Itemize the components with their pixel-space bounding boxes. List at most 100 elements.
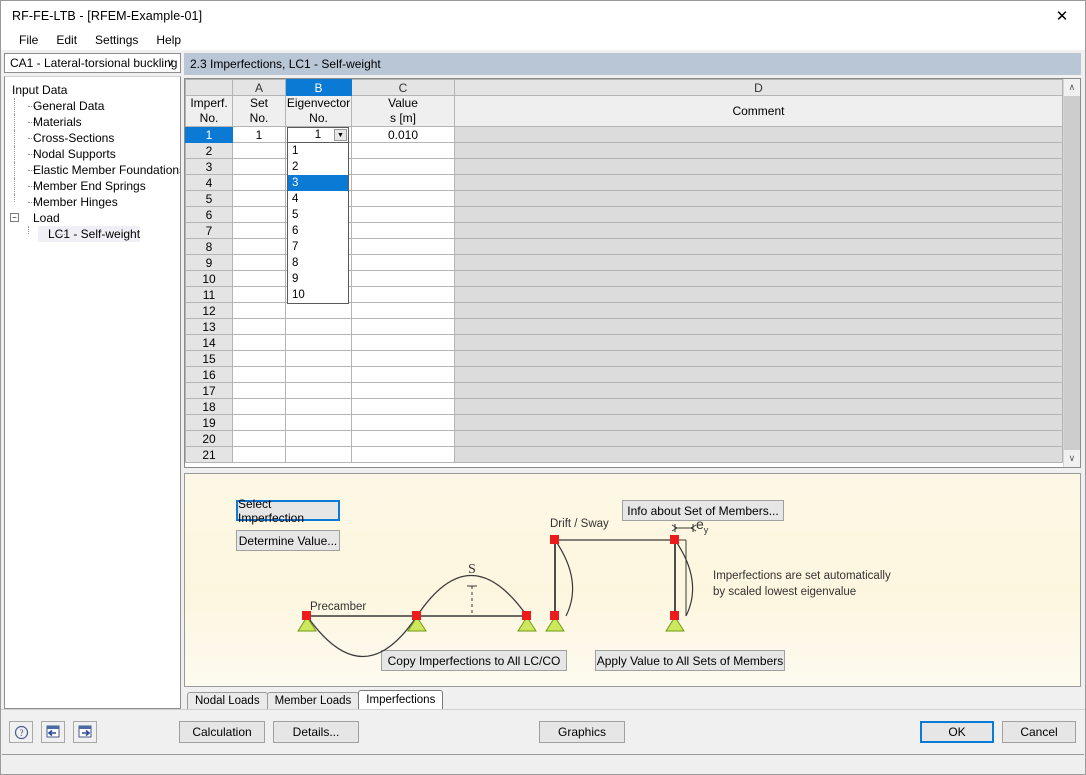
row-number-16[interactable]: 16 <box>185 366 233 383</box>
eigenvector-dropdown[interactable]: 1 ▼ <box>287 127 349 143</box>
cell-value[interactable] <box>351 350 455 367</box>
cell-set-no[interactable] <box>232 382 286 399</box>
column-letter-d[interactable]: D <box>454 79 1063 96</box>
cell-value[interactable] <box>351 254 455 271</box>
cancel-button[interactable]: Cancel <box>1002 721 1076 743</box>
menu-item-file[interactable]: File <box>10 30 47 50</box>
cell-eigenvector-no[interactable] <box>285 302 352 319</box>
cell-value[interactable] <box>351 238 455 255</box>
row-number-3[interactable]: 3 <box>185 158 233 175</box>
cell-comment-1[interactable] <box>454 126 1063 143</box>
ok-button[interactable]: OK <box>920 721 994 743</box>
cell-value-1[interactable]: 0.010 <box>351 126 455 143</box>
cell-eigenvector-no[interactable] <box>285 382 352 399</box>
cell-set-no[interactable] <box>232 430 286 447</box>
cell-set-no[interactable] <box>232 302 286 319</box>
menu-item-settings[interactable]: Settings <box>86 30 147 50</box>
sidebar-item-cross-sections[interactable]: Cross-Sections <box>10 130 180 146</box>
cell-comment[interactable] <box>454 174 1063 191</box>
details-button[interactable]: Details... <box>273 721 359 743</box>
row-number-9[interactable]: 9 <box>185 254 233 271</box>
cell-value[interactable] <box>351 286 455 303</box>
cell-value[interactable] <box>351 382 455 399</box>
previous-icon[interactable] <box>41 721 65 743</box>
row-number-20[interactable]: 20 <box>185 430 233 447</box>
cell-eigenvector-no[interactable] <box>285 446 352 463</box>
sidebar-item-member-end-springs[interactable]: Member End Springs <box>10 178 180 194</box>
cell-value[interactable] <box>351 142 455 159</box>
cell-set-no[interactable] <box>232 142 286 159</box>
column-letter-c[interactable]: C <box>351 79 455 96</box>
cell-value[interactable] <box>351 334 455 351</box>
cell-value[interactable] <box>351 366 455 383</box>
cell-comment[interactable] <box>454 318 1063 335</box>
cell-set-no[interactable] <box>232 254 286 271</box>
cell-comment[interactable] <box>454 190 1063 207</box>
cell-comment[interactable] <box>454 238 1063 255</box>
cell-eigenvector-no[interactable] <box>285 318 352 335</box>
cell-set-no[interactable] <box>232 350 286 367</box>
sidebar-item-nodal-supports[interactable]: Nodal Supports <box>10 146 180 162</box>
next-icon[interactable] <box>73 721 97 743</box>
cell-comment[interactable] <box>454 158 1063 175</box>
cell-value[interactable] <box>351 174 455 191</box>
row-number-11[interactable]: 11 <box>185 286 233 303</box>
menu-item-edit[interactable]: Edit <box>47 30 86 50</box>
graphics-button[interactable]: Graphics <box>539 721 625 743</box>
dropdown-option[interactable]: 7 <box>288 239 348 255</box>
cell-comment[interactable] <box>454 398 1063 415</box>
cell-value[interactable] <box>351 206 455 223</box>
cell-set-no[interactable] <box>232 206 286 223</box>
dropdown-option[interactable]: 1 <box>288 143 348 159</box>
dropdown-option[interactable]: 5 <box>288 207 348 223</box>
row-number-6[interactable]: 6 <box>185 206 233 223</box>
table-row[interactable]: 17 <box>185 382 1063 399</box>
cell-eigenvector-no[interactable] <box>285 334 352 351</box>
cell-set-no[interactable] <box>232 158 286 175</box>
cell-set-no-1[interactable]: 1 <box>232 126 286 143</box>
table-row[interactable]: 16 <box>185 366 1063 383</box>
cell-comment[interactable] <box>454 430 1063 447</box>
sidebar-item-elastic-member-foundations[interactable]: Elastic Member Foundations <box>10 162 180 178</box>
menu-item-help[interactable]: Help <box>147 30 190 50</box>
cell-comment[interactable] <box>454 334 1063 351</box>
cell-comment[interactable] <box>454 254 1063 271</box>
sidebar-item-materials[interactable]: Materials <box>10 114 180 130</box>
row-number-8[interactable]: 8 <box>185 238 233 255</box>
cell-value[interactable] <box>351 398 455 415</box>
cell-eigenvector-no[interactable] <box>285 430 352 447</box>
cell-comment[interactable] <box>454 286 1063 303</box>
cell-comment[interactable] <box>454 142 1063 159</box>
row-number-10[interactable]: 10 <box>185 270 233 287</box>
table-row[interactable]: 12 <box>185 302 1063 319</box>
row-number-14[interactable]: 14 <box>185 334 233 351</box>
cell-value[interactable] <box>351 222 455 239</box>
scroll-up-icon[interactable]: ∧ <box>1063 79 1080 96</box>
cell-value[interactable] <box>351 270 455 287</box>
cell-comment[interactable] <box>454 206 1063 223</box>
row-number-2[interactable]: 2 <box>185 142 233 159</box>
navigator-combo[interactable]: CA1 - Lateral-torsional buckling ∨ <box>4 53 181 73</box>
cell-set-no[interactable] <box>232 334 286 351</box>
dropdown-option[interactable]: 8 <box>288 255 348 271</box>
cell-value[interactable] <box>351 302 455 319</box>
cell-set-no[interactable] <box>232 238 286 255</box>
tab-member-loads[interactable]: Member Loads <box>266 692 360 709</box>
cell-eigenvector-no-1[interactable]: 1 ▼ 1 2 3 4 5 6 7 8 9 10 <box>285 126 352 304</box>
cell-set-no[interactable] <box>232 174 286 191</box>
dropdown-option[interactable]: 10 <box>288 287 348 303</box>
column-letter-b[interactable]: B <box>285 79 352 96</box>
row-number-5[interactable]: 5 <box>185 190 233 207</box>
cell-set-no[interactable] <box>232 366 286 383</box>
table-row[interactable]: 20 <box>185 430 1063 447</box>
sidebar-group-load[interactable]: − Load <box>10 210 180 226</box>
row-number-19[interactable]: 19 <box>185 414 233 431</box>
table-vertical-scrollbar[interactable]: ∧ ∨ <box>1062 79 1080 467</box>
tab-nodal-loads[interactable]: Nodal Loads <box>187 692 268 709</box>
column-letter-a[interactable]: A <box>232 79 286 96</box>
row-number-12[interactable]: 12 <box>185 302 233 319</box>
cell-comment[interactable] <box>454 222 1063 239</box>
cell-comment[interactable] <box>454 350 1063 367</box>
cell-set-no[interactable] <box>232 446 286 463</box>
cell-set-no[interactable] <box>232 270 286 287</box>
